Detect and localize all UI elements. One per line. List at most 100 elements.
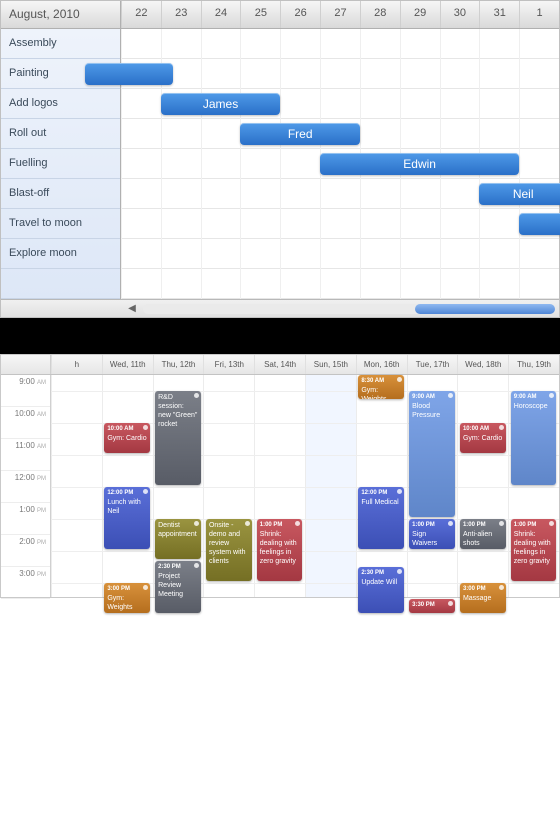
gantt-bar[interactable]: James <box>161 93 280 115</box>
calendar-event[interactable]: Dentist appointment <box>155 519 201 559</box>
gantt-bar[interactable] <box>85 63 173 85</box>
calendar-event[interactable]: Onsite - demo and review system with cli… <box>206 519 252 581</box>
gantt-day-header[interactable]: 31 <box>479 1 519 28</box>
calendar-event[interactable]: 8:30 AMGym: Weights <box>358 375 404 399</box>
gantt-day-header[interactable]: 27 <box>320 1 360 28</box>
gantt-task-label[interactable]: Explore moon <box>1 239 120 269</box>
gantt-horizontal-scrollbar[interactable]: ◀ <box>1 299 559 317</box>
event-time: 3:30 PM <box>412 601 452 610</box>
gantt-day-header[interactable]: 25 <box>240 1 280 28</box>
gantt-day-header[interactable]: 28 <box>360 1 400 28</box>
week-day-column[interactable] <box>305 375 356 597</box>
calendar-event[interactable]: 10:00 AMGym: Cardio <box>460 423 506 453</box>
week-day-header[interactable]: Thu, 12th <box>153 355 204 374</box>
gantt-day-header[interactable]: 29 <box>400 1 440 28</box>
event-title: Gym: Weights <box>107 595 132 611</box>
event-close-icon[interactable] <box>499 585 504 590</box>
event-close-icon[interactable] <box>194 393 199 398</box>
week-time-label: 2:00 PM <box>1 535 50 567</box>
week-day-header-row: hWed, 11thThu, 12thFri, 13thSat, 14thSun… <box>51 355 559 374</box>
calendar-event[interactable]: 9:00 AMHoroscope <box>511 391 557 485</box>
event-title: Full Medical <box>361 499 398 506</box>
gantt-day-header-row: 222324252627282930311 <box>121 1 559 28</box>
event-close-icon[interactable] <box>499 425 504 430</box>
calendar-event[interactable]: 12:00 PMLunch with Neil <box>104 487 150 549</box>
event-close-icon[interactable] <box>143 489 148 494</box>
event-close-icon[interactable] <box>397 377 402 382</box>
gantt-month-label: August, 2010 <box>1 1 121 28</box>
week-day-header[interactable]: Fri, 13th <box>203 355 254 374</box>
calendar-event[interactable]: 12:00 PMFull Medical <box>358 487 404 549</box>
event-close-icon[interactable] <box>295 521 300 526</box>
calendar-event[interactable]: 1:00 PMShrink: dealing with feelings in … <box>511 519 557 581</box>
gantt-day-header[interactable]: 22 <box>121 1 161 28</box>
calendar-event[interactable]: R&D session: new "Green" rocket <box>155 391 201 485</box>
scrollbar-track[interactable] <box>143 304 555 314</box>
event-close-icon[interactable] <box>549 393 554 398</box>
gantt-task-label[interactable]: Blast-off <box>1 179 120 209</box>
gantt-task-label[interactable]: Assembly <box>1 29 120 59</box>
week-calendar: hWed, 11thThu, 12thFri, 13thSat, 14thSun… <box>0 354 560 598</box>
calendar-event[interactable]: 2:30 PMProject Review Meeting <box>155 561 201 613</box>
gantt-bar[interactable]: Neil <box>479 183 560 205</box>
gantt-day-header[interactable]: 1 <box>519 1 559 28</box>
scrollbar-thumb[interactable] <box>415 304 555 314</box>
week-day-header[interactable]: Sun, 15th <box>305 355 356 374</box>
week-day-column[interactable] <box>51 375 102 597</box>
event-close-icon[interactable] <box>397 569 402 574</box>
gantt-grid-column <box>519 29 520 299</box>
week-day-header[interactable]: Mon, 16th <box>356 355 407 374</box>
gantt-day-header[interactable]: 23 <box>161 1 201 28</box>
calendar-event[interactable]: 1:00 PMSign Waivers <box>409 519 455 549</box>
event-close-icon[interactable] <box>143 425 148 430</box>
gantt-day-header[interactable]: 24 <box>201 1 241 28</box>
event-close-icon[interactable] <box>499 521 504 526</box>
gantt-day-header[interactable]: 30 <box>440 1 480 28</box>
event-close-icon[interactable] <box>448 521 453 526</box>
event-time: 10:00 AM <box>463 425 503 434</box>
gantt-task-label[interactable]: Add logos <box>1 89 120 119</box>
calendar-event[interactable]: 3:30 PM <box>409 599 455 613</box>
gantt-bar[interactable]: Edwin <box>320 153 519 175</box>
gantt-grid[interactable]: James Fred Edwin Neil <box>121 29 559 299</box>
week-day-header[interactable]: Thu, 19th <box>508 355 559 374</box>
week-day-header[interactable]: h <box>51 355 102 374</box>
week-header-gutter <box>1 355 51 374</box>
event-close-icon[interactable] <box>245 521 250 526</box>
week-day-header[interactable]: Tue, 17th <box>407 355 458 374</box>
event-title: Gym: Cardio <box>107 435 146 442</box>
event-close-icon[interactable] <box>143 585 148 590</box>
event-close-icon[interactable] <box>549 521 554 526</box>
week-day-column[interactable] <box>102 375 153 597</box>
week-time-label: 9:00 AM <box>1 375 50 407</box>
gantt-task-label[interactable]: Roll out <box>1 119 120 149</box>
calendar-event[interactable]: 10:00 AMGym: Cardio <box>104 423 150 453</box>
event-time: 1:00 PM <box>412 521 452 530</box>
calendar-event[interactable]: 9:00 AMBlood Pressure <box>409 391 455 517</box>
week-day-header[interactable]: Sat, 14th <box>254 355 305 374</box>
week-day-column[interactable] <box>356 375 407 597</box>
event-time: 9:00 AM <box>514 393 554 402</box>
event-close-icon[interactable] <box>194 521 199 526</box>
event-close-icon[interactable] <box>448 601 453 606</box>
calendar-event[interactable]: 2:30 PMUpdate Will <box>358 567 404 613</box>
scroll-left-icon[interactable]: ◀ <box>125 302 139 316</box>
calendar-event[interactable]: 1:00 PMAnti-alien shots <box>460 519 506 549</box>
week-day-header[interactable]: Wed, 11th <box>102 355 153 374</box>
calendar-event[interactable]: 3:00 PMGym: Weights <box>104 583 150 613</box>
week-day-header[interactable]: Wed, 18th <box>457 355 508 374</box>
gantt-bar[interactable] <box>519 213 560 235</box>
calendar-event[interactable]: 3:00 PMMassage <box>460 583 506 613</box>
event-close-icon[interactable] <box>194 563 199 568</box>
week-grid[interactable]: 10:00 AMGym: Cardio12:00 PMLunch with Ne… <box>51 375 559 597</box>
gantt-bar[interactable]: Fred <box>240 123 359 145</box>
event-title: Gym: Weights <box>361 387 386 399</box>
gantt-task-label[interactable]: Travel to moon <box>1 209 120 239</box>
event-close-icon[interactable] <box>448 393 453 398</box>
gantt-day-header[interactable]: 26 <box>280 1 320 28</box>
gantt-task-label[interactable]: Fuelling <box>1 149 120 179</box>
event-title: Shrink: dealing with feelings in zero gr… <box>260 531 297 565</box>
event-close-icon[interactable] <box>397 489 402 494</box>
week-day-column[interactable] <box>457 375 508 597</box>
calendar-event[interactable]: 1:00 PMShrink: dealing with feelings in … <box>257 519 303 581</box>
